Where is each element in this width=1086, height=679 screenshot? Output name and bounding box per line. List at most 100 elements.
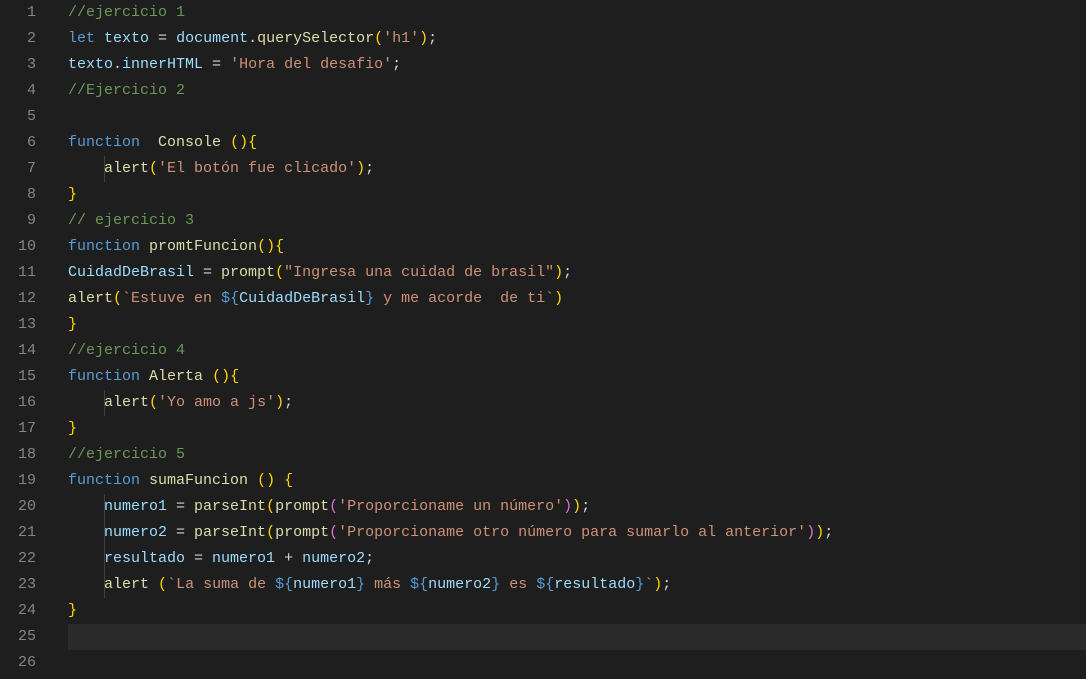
code-line[interactable]: //ejercicio 1: [68, 0, 1086, 26]
token-func: parseInt: [194, 498, 266, 515]
line-number: 1: [0, 0, 36, 26]
code-line[interactable]: //ejercicio 4: [68, 338, 1086, 364]
token-brace2: (: [329, 498, 338, 515]
code-line[interactable]: alert('Yo amo a js');: [68, 390, 1086, 416]
line-number: 10: [0, 234, 36, 260]
token-punc: ;: [824, 524, 833, 541]
code-line[interactable]: function Console (){: [68, 130, 1086, 156]
code-line[interactable]: alert('El botón fue clicado');: [68, 156, 1086, 182]
token-op: =: [167, 524, 194, 541]
token-punc: ;: [581, 498, 590, 515]
token-brace: ): [554, 264, 563, 281]
code-line[interactable]: numero1 = parseInt(prompt('Proporcioname…: [68, 494, 1086, 520]
code-editor-content[interactable]: //ejercicio 1let texto = document.queryS…: [56, 0, 1086, 679]
token-op: [140, 368, 149, 385]
token-brace: (: [113, 290, 122, 307]
token-string: `Estuve en: [122, 290, 221, 307]
line-number: 9: [0, 208, 36, 234]
token-var: numero1: [104, 498, 167, 515]
code-line[interactable]: function Alerta (){: [68, 364, 1086, 390]
line-number: 17: [0, 416, 36, 442]
token-punc: ;: [392, 56, 401, 73]
line-number: 15: [0, 364, 36, 390]
token-op: [68, 394, 104, 411]
token-brace: (: [266, 524, 275, 541]
token-string: es: [500, 576, 536, 593]
token-func: prompt: [221, 264, 275, 281]
token-func: Console: [158, 134, 221, 151]
code-line[interactable]: [68, 650, 1086, 676]
token-brace: {: [248, 134, 257, 151]
indent-guide: [104, 390, 105, 416]
token-tplvar: numero1: [293, 576, 356, 593]
code-line[interactable]: //Ejercicio 2: [68, 78, 1086, 104]
token-op: [140, 472, 149, 489]
line-number: 11: [0, 260, 36, 286]
token-tplexpr: }: [491, 576, 500, 593]
code-line[interactable]: }: [68, 312, 1086, 338]
token-op: [68, 498, 104, 515]
token-var: numero2: [104, 524, 167, 541]
token-string: 'El botón fue clicado': [158, 160, 356, 177]
token-brace: {: [275, 238, 284, 255]
token-op: =: [203, 56, 230, 73]
line-number: 23: [0, 572, 36, 598]
token-punc: ;: [428, 30, 437, 47]
code-line[interactable]: }: [68, 416, 1086, 442]
token-punc: .: [113, 56, 122, 73]
line-number: 2: [0, 26, 36, 52]
code-line[interactable]: function promtFuncion(){: [68, 234, 1086, 260]
token-brace: (: [374, 30, 383, 47]
code-line[interactable]: //ejercicio 5: [68, 442, 1086, 468]
token-punc: ;: [563, 264, 572, 281]
token-tplvar: CuidadDeBrasil: [239, 290, 365, 307]
code-line[interactable]: alert (`La suma de ${numero1} más ${nume…: [68, 572, 1086, 598]
token-op: [248, 472, 257, 489]
token-brace2: ): [806, 524, 815, 541]
token-op: [275, 472, 284, 489]
token-op: =: [149, 30, 176, 47]
line-number: 22: [0, 546, 36, 572]
token-tplexpr: }: [365, 290, 374, 307]
code-line[interactable]: }: [68, 598, 1086, 624]
code-line[interactable]: // ejercicio 3: [68, 208, 1086, 234]
code-line[interactable]: [68, 104, 1086, 130]
token-func: Alerta: [149, 368, 203, 385]
token-keyword: function: [68, 472, 140, 489]
token-op: [95, 30, 104, 47]
indent-guide: [104, 546, 105, 572]
token-op: [68, 550, 104, 567]
token-comment: //ejercicio 5: [68, 446, 185, 463]
token-var: resultado: [104, 550, 185, 567]
token-func: sumaFuncion: [149, 472, 248, 489]
code-line[interactable]: numero2 = parseInt(prompt('Proporcioname…: [68, 520, 1086, 546]
token-string: `: [644, 576, 653, 593]
line-number: 12: [0, 286, 36, 312]
token-string: `La suma de: [167, 576, 275, 593]
code-line[interactable]: texto.innerHTML = 'Hora del desafio';: [68, 52, 1086, 78]
token-func: alert: [68, 290, 113, 307]
code-line[interactable]: }: [68, 182, 1086, 208]
token-string: 'Hora del desafio': [230, 56, 392, 73]
line-number: 4: [0, 78, 36, 104]
code-line[interactable]: CuidadDeBrasil = prompt("Ingresa una cui…: [68, 260, 1086, 286]
token-func: promtFuncion: [149, 238, 257, 255]
token-op: [140, 134, 158, 151]
token-func: alert: [104, 394, 149, 411]
code-line[interactable]: [68, 624, 1086, 650]
indent-guide: [104, 494, 105, 520]
token-brace: (: [149, 160, 158, 177]
token-op: =: [185, 550, 212, 567]
token-string: 'h1': [383, 30, 419, 47]
token-string: más: [365, 576, 410, 593]
token-string: 'Yo amo a js': [158, 394, 275, 411]
code-line[interactable]: let texto = document.querySelector('h1')…: [68, 26, 1086, 52]
code-line[interactable]: resultado = numero1 + numero2;: [68, 546, 1086, 572]
token-var: CuidadDeBrasil: [68, 264, 194, 281]
code-line[interactable]: function sumaFuncion () {: [68, 468, 1086, 494]
indent-guide: [104, 572, 105, 598]
code-line[interactable]: alert(`Estuve en ${CuidadDeBrasil} y me …: [68, 286, 1086, 312]
token-brace: }: [68, 602, 77, 619]
line-number: 3: [0, 52, 36, 78]
token-brace: (: [149, 394, 158, 411]
